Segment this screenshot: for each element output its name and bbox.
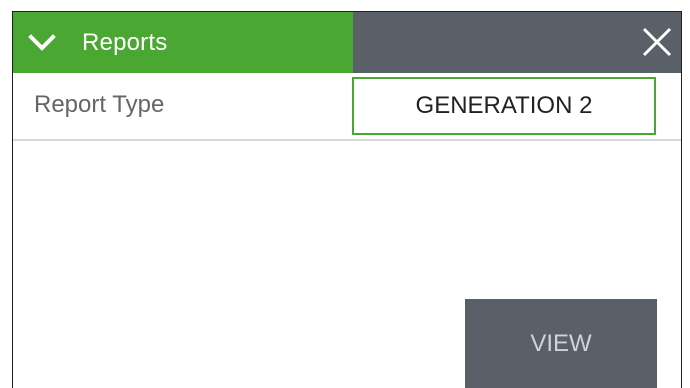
header-bar [353, 12, 681, 73]
report-type-row: Report Type GENERATION 2 [13, 75, 681, 141]
view-button[interactable]: VIEW [465, 299, 657, 388]
reports-collapse-toggle[interactable]: Reports [13, 12, 353, 73]
chevron-down-icon [28, 29, 56, 57]
reports-panel: Reports Report Type GENERATION 2 VIEW [12, 11, 682, 388]
report-type-label: Report Type [34, 91, 165, 118]
panel-header: Reports [13, 12, 681, 73]
panel-title: Reports [82, 28, 168, 56]
report-type-select[interactable]: GENERATION 2 [352, 77, 656, 135]
close-icon[interactable] [641, 26, 673, 58]
